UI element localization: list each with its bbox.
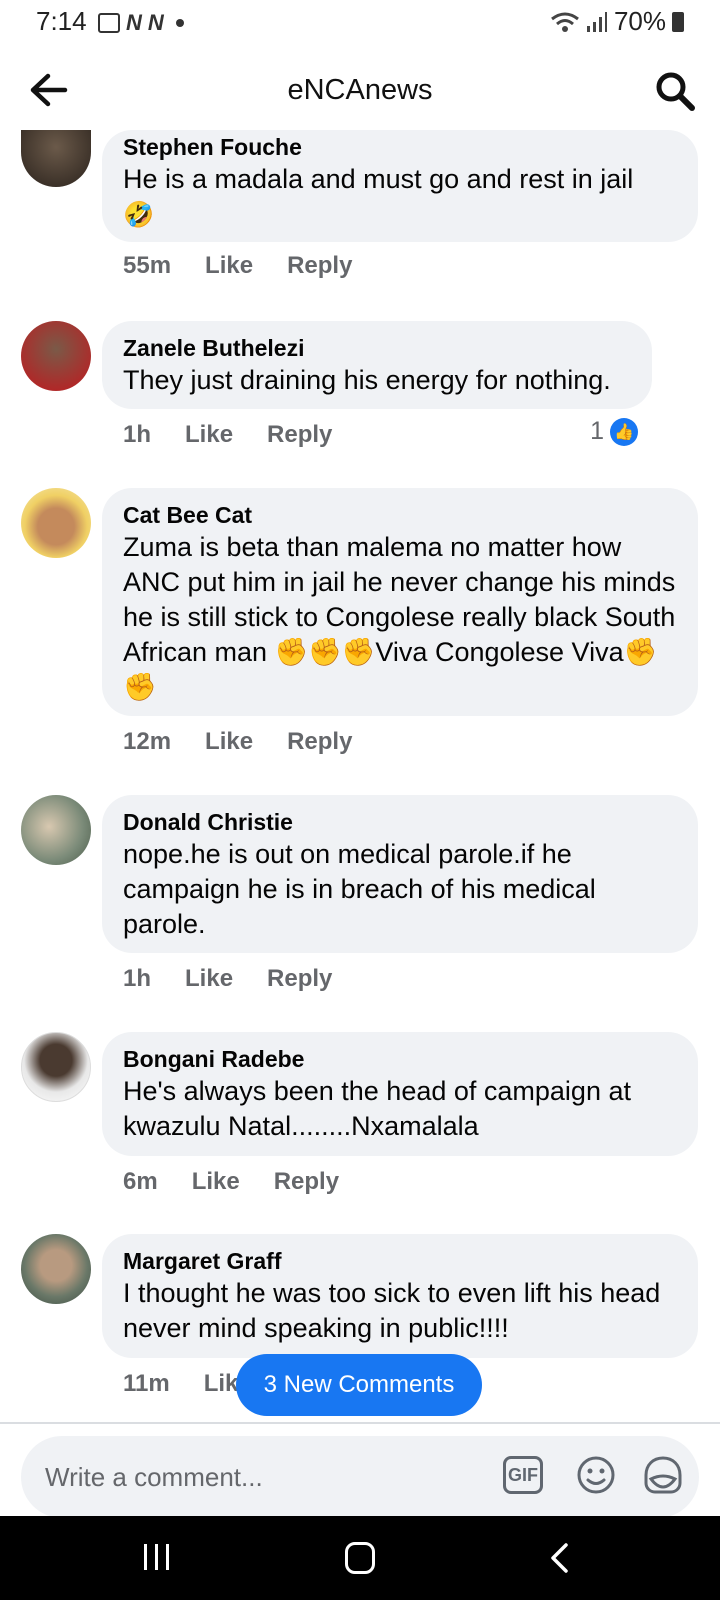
system-nav-bar: [0, 1516, 720, 1600]
more-notifications-icon: [175, 19, 184, 27]
home-icon[interactable]: [345, 1542, 375, 1574]
laughing-emoji-icon: 🤣: [123, 201, 155, 229]
like-button[interactable]: Like: [185, 421, 233, 449]
comment-text: He is a madala and must go and rest in j…: [123, 162, 678, 233]
sticker-icon[interactable]: [643, 1455, 683, 1495]
emoji-icon[interactable]: [576, 1455, 616, 1495]
reaction-count[interactable]: 1 👍: [590, 417, 638, 446]
comment-item: Donald Christie nope.he is out on medica…: [0, 795, 720, 1005]
reply-button[interactable]: Reply: [274, 1168, 339, 1196]
comment-author[interactable]: Donald Christie: [123, 807, 678, 837]
comment-actions: 11m Lik: [123, 1370, 238, 1398]
news-icon: N: [126, 10, 142, 35]
gallery-icon: [98, 13, 120, 33]
comment-actions: 55m Like Reply: [123, 252, 352, 280]
comment-bubble: Bongani Radebe He's always been the head…: [102, 1032, 698, 1156]
comment-author[interactable]: Margaret Graff: [123, 1246, 678, 1276]
comment-time: 12m: [123, 728, 172, 755]
comment-author[interactable]: Bongani Radebe: [123, 1044, 678, 1074]
wifi-icon: [551, 12, 579, 32]
comment-bubble: Cat Bee Cat Zuma is beta than malema no …: [102, 488, 698, 716]
comment-time: 1h: [123, 965, 152, 992]
comment-composer: GIF: [21, 1436, 699, 1518]
comment-item: Stephen Fouche He is a madala and must g…: [0, 130, 720, 290]
like-button[interactable]: Like: [205, 728, 253, 756]
comment-actions: 1h Like Reply: [123, 965, 332, 993]
like-button[interactable]: Lik: [204, 1370, 239, 1398]
comment-bubble: Stephen Fouche He is a madala and must g…: [102, 130, 698, 242]
comment-author[interactable]: Cat Bee Cat: [123, 500, 678, 530]
app-bar: eNCAnews: [0, 44, 720, 136]
comment-author[interactable]: Zanele Buthelezi: [123, 333, 632, 363]
comment-text: He's always been the head of campaign at…: [123, 1076, 631, 1141]
comment-bubble: Zanele Buthelezi They just draining his …: [102, 321, 652, 409]
reply-button[interactable]: Reply: [287, 252, 352, 280]
thumbs-up-icon: 👍: [610, 417, 638, 446]
status-right: 70%: [550, 6, 684, 37]
comment-bubble: Donald Christie nope.he is out on medica…: [102, 795, 698, 953]
comment-time: 55m: [123, 252, 172, 279]
battery-icon: [672, 11, 684, 32]
recent-apps-icon[interactable]: [142, 1542, 172, 1572]
comment-actions: 12m Like Reply: [123, 728, 352, 756]
comment-item: Cat Bee Cat Zuma is beta than malema no …: [0, 488, 720, 768]
signal-icon: [586, 11, 607, 32]
system-back-icon[interactable]: [548, 1542, 572, 1574]
reply-button[interactable]: Reply: [287, 728, 352, 756]
avatar[interactable]: [21, 488, 91, 558]
avatar[interactable]: [21, 321, 91, 391]
comment-text: nope.he is out on medical parole.if he c…: [123, 839, 596, 939]
comment-actions: 6m Like Reply: [123, 1168, 339, 1196]
avatar[interactable]: [21, 130, 91, 187]
comment-input[interactable]: [43, 1456, 467, 1498]
comment-time: 11m: [123, 1370, 170, 1397]
comment-item: Bongani Radebe He's always been the head…: [0, 1032, 720, 1207]
reply-button[interactable]: Reply: [267, 965, 332, 993]
reply-button[interactable]: Reply: [267, 421, 332, 449]
comment-text: I thought he was too sick to even lift h…: [123, 1278, 661, 1343]
comment-actions: 1h Like Reply: [123, 421, 332, 449]
avatar[interactable]: [21, 1032, 91, 1102]
notification-icons: N N: [98, 10, 184, 36]
comment-item: Zanele Buthelezi They just draining his …: [0, 321, 720, 451]
news-icon-2: N: [147, 10, 164, 35]
search-icon[interactable]: [654, 70, 696, 112]
status-time: 7:14: [36, 6, 87, 36]
comment-bubble: Margaret Graff I thought he was too sick…: [102, 1234, 698, 1358]
avatar[interactable]: [21, 795, 91, 865]
divider: [0, 1422, 720, 1424]
comment-author[interactable]: Stephen Fouche: [123, 132, 678, 162]
comment-text: They just draining his energy for nothin…: [123, 365, 611, 395]
avatar[interactable]: [21, 1234, 91, 1304]
comment-text-body: He is a madala and must go and rest in j…: [123, 164, 634, 194]
gif-button[interactable]: GIF: [503, 1456, 543, 1494]
like-button[interactable]: Like: [192, 1168, 240, 1196]
comment-time: 6m: [123, 1168, 158, 1195]
new-comments-button[interactable]: 3 New Comments: [236, 1354, 482, 1416]
battery-percent: 70%: [613, 6, 666, 36]
reaction-count-value: 1: [590, 417, 604, 445]
like-button[interactable]: Like: [205, 252, 253, 280]
status-bar: 7:14 N N 70%: [0, 0, 720, 44]
like-button[interactable]: Like: [185, 965, 233, 993]
comment-text: Zuma is beta than malema no matter how A…: [123, 532, 676, 702]
comment-time: 1h: [123, 421, 152, 448]
page-title: eNCAnews: [287, 74, 433, 106]
